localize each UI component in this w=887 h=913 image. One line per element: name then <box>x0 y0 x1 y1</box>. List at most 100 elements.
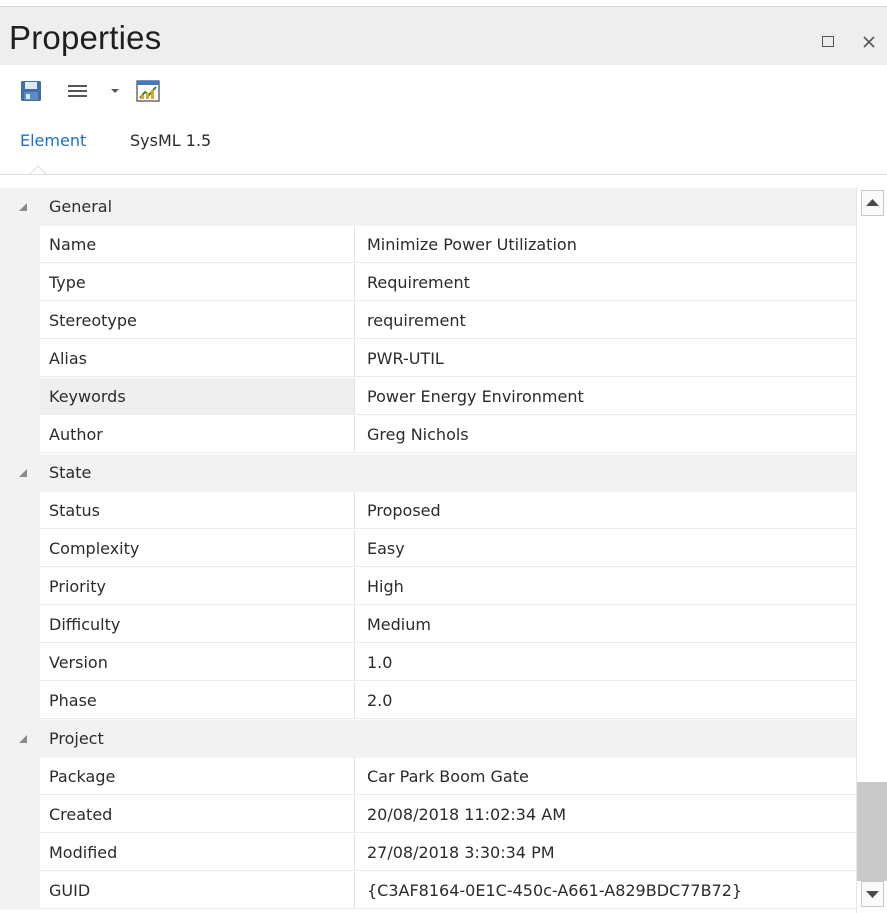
menu-button[interactable] <box>64 79 92 103</box>
property-label: Priority <box>49 577 106 596</box>
property-key: Version <box>40 644 354 681</box>
property-value-created[interactable]: 20/08/2018 11:02:34 AM <box>354 796 856 833</box>
property-label: Package <box>49 767 116 786</box>
panel-title: Properties <box>9 19 162 56</box>
property-label: Author <box>49 425 103 444</box>
property-row-guid: GUID {C3AF8164-0E1C-450c-A661-A829BDC77B… <box>0 872 856 910</box>
property-label: Alias <box>49 349 87 368</box>
property-label: Stereotype <box>49 311 137 330</box>
panel-header: Properties <box>0 6 887 65</box>
property-key: Difficulty <box>40 606 354 643</box>
property-row-author: Author Greg Nichols <box>0 416 856 454</box>
scroll-track[interactable] <box>857 217 887 881</box>
property-row-status: Status Proposed <box>0 492 856 530</box>
property-key: Package <box>40 758 354 795</box>
property-label: Modified <box>49 843 118 862</box>
property-value-package[interactable]: Car Park Boom Gate <box>354 758 856 795</box>
property-row-type: Type Requirement <box>0 264 856 302</box>
property-label: GUID <box>49 881 91 900</box>
property-key: Author <box>40 416 354 453</box>
group-header-general[interactable]: General <box>0 188 856 226</box>
maximize-icon <box>822 36 834 47</box>
close-button[interactable] <box>861 33 879 51</box>
collapse-triangle-icon <box>19 469 27 477</box>
maximize-button[interactable] <box>820 33 838 51</box>
property-row-difficulty: Difficulty Medium <box>0 606 856 644</box>
property-label: Created <box>49 805 113 824</box>
scroll-track-remainder[interactable] <box>857 782 887 881</box>
property-row-alias: Alias PWR-UTIL <box>0 340 856 378</box>
scroll-up-button[interactable] <box>861 190 884 216</box>
property-value-phase[interactable]: 2.0 <box>354 682 856 719</box>
property-label: Difficulty <box>49 615 121 634</box>
property-value-guid[interactable]: {C3AF8164-0E1C-450c-A661-A829BDC77B72} <box>354 872 856 909</box>
group-header-project[interactable]: Project <box>0 720 856 758</box>
property-key: Status <box>40 492 354 529</box>
property-value-text: PWR-UTIL <box>367 349 444 368</box>
property-key: Created <box>40 796 354 833</box>
property-value-difficulty[interactable]: Medium <box>354 606 856 643</box>
tab-divider <box>0 174 887 175</box>
property-row-modified: Modified 27/08/2018 3:30:34 PM <box>0 834 856 872</box>
menu-lines-icon <box>68 85 87 97</box>
tab-sysml[interactable]: SysML 1.5 <box>130 131 211 150</box>
property-value-author[interactable]: Greg Nichols <box>354 416 856 453</box>
property-value-complexity[interactable]: Easy <box>354 530 856 567</box>
group-label: General <box>49 197 113 216</box>
scroll-up-arrow-icon <box>866 199 879 206</box>
property-key: Stereotype <box>40 302 354 339</box>
property-value-text: Car Park Boom Gate <box>367 767 529 786</box>
property-value-text: 27/08/2018 3:30:34 PM <box>367 843 555 862</box>
vertical-scrollbar[interactable] <box>856 187 887 913</box>
property-value-text: Proposed <box>367 501 441 520</box>
property-value-text: Requirement <box>367 273 470 292</box>
scroll-down-button[interactable] <box>861 881 884 907</box>
property-key: Type <box>40 264 354 301</box>
collapse-triangle-icon <box>19 735 27 743</box>
property-key: Name <box>40 226 354 263</box>
dropdown-arrow-icon <box>111 89 119 93</box>
group-label: State <box>49 463 92 482</box>
property-label: Version <box>49 653 108 672</box>
property-value-text: {C3AF8164-0E1C-450c-A661-A829BDC77B72} <box>367 881 743 900</box>
group-label: Project <box>49 729 104 748</box>
property-value-text: Power Energy Environment <box>367 387 584 406</box>
save-button[interactable] <box>18 79 44 103</box>
chart-properties-icon <box>136 80 160 102</box>
property-label: Phase <box>49 691 97 710</box>
group-header-state[interactable]: State <box>0 454 856 492</box>
property-key: Priority <box>40 568 354 605</box>
property-value-alias[interactable]: PWR-UTIL <box>354 340 856 377</box>
property-row-name: Name Minimize Power Utilization <box>0 226 856 264</box>
property-value-text: Medium <box>367 615 431 634</box>
property-row-phase: Phase 2.0 <box>0 682 856 720</box>
property-value-name[interactable]: Minimize Power Utilization <box>354 226 856 263</box>
menu-dropdown-button[interactable] <box>108 79 122 103</box>
property-row-priority: Priority High <box>0 568 856 606</box>
property-value-modified[interactable]: 27/08/2018 3:30:34 PM <box>354 834 856 871</box>
property-label: Keywords <box>49 387 126 406</box>
property-value-priority[interactable]: High <box>354 568 856 605</box>
property-label: Complexity <box>49 539 140 558</box>
property-value-text: High <box>367 577 404 596</box>
property-value-type[interactable]: Requirement <box>354 264 856 301</box>
property-row-complexity: Complexity Easy <box>0 530 856 568</box>
close-icon <box>863 36 875 48</box>
property-value-stereotype[interactable]: requirement <box>354 302 856 339</box>
property-value-status[interactable]: Proposed <box>354 492 856 529</box>
property-key: Alias <box>40 340 354 377</box>
property-value-text: requirement <box>367 311 466 330</box>
scroll-thumb[interactable] <box>857 217 887 782</box>
property-label: Name <box>49 235 97 254</box>
property-grid: General Name Minimize Power Utilization … <box>0 188 856 913</box>
tab-element[interactable]: Element <box>20 131 86 150</box>
save-icon <box>21 81 41 101</box>
property-row-package: Package Car Park Boom Gate <box>0 758 856 796</box>
property-value-keywords[interactable]: Power Energy Environment <box>354 378 856 415</box>
property-label: Type <box>49 273 86 292</box>
property-value-version[interactable]: 1.0 <box>354 644 856 681</box>
chart-properties-button[interactable] <box>134 79 164 103</box>
property-value-text: Easy <box>367 539 405 558</box>
property-value-text: 1.0 <box>367 653 393 672</box>
property-value-text: Minimize Power Utilization <box>367 235 577 254</box>
